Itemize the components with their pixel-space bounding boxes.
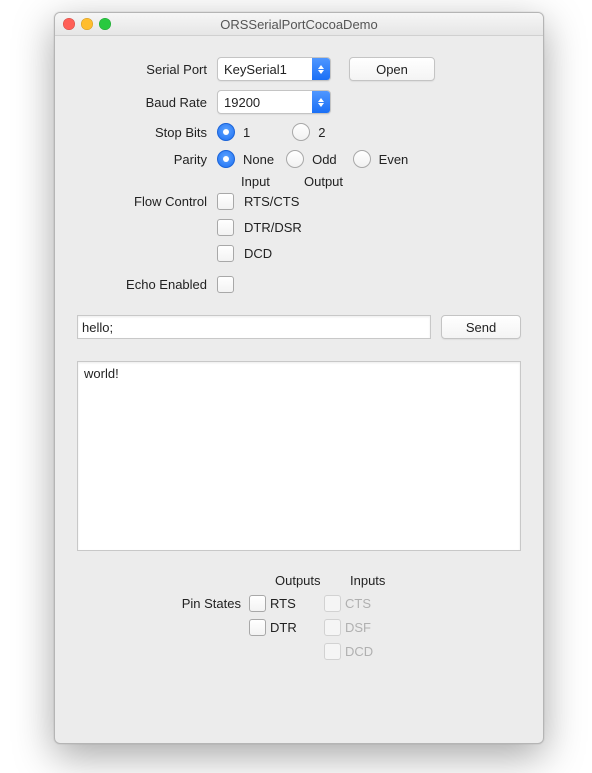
serial-port-select[interactable]: KeySerial1 [217, 57, 331, 81]
baud-rate-select[interactable]: 19200 [217, 90, 331, 114]
baud-rate-value: 19200 [218, 95, 312, 110]
pin-dtr-checkbox[interactable] [249, 619, 266, 636]
parity-even-radio[interactable] [353, 150, 371, 168]
stop-bits-2-label: 2 [318, 125, 325, 140]
close-icon[interactable] [63, 18, 75, 30]
serial-port-label: Serial Port [77, 62, 211, 77]
flow-control-label: Flow Control [77, 194, 211, 209]
pin-cts-label: CTS [345, 596, 371, 611]
echo-enabled-checkbox[interactable] [217, 276, 234, 293]
output-text: world! [84, 366, 119, 381]
send-input[interactable]: hello; [77, 315, 431, 339]
flow-header-output: Output [304, 174, 349, 189]
parity-none-radio[interactable] [217, 150, 235, 168]
pin-dsf-checkbox [324, 619, 341, 636]
flow-dtrdsr-label: DTR/DSR [244, 220, 302, 235]
stop-bits-1-radio[interactable] [217, 123, 235, 141]
open-button[interactable]: Open [349, 57, 435, 81]
flow-rtscts-checkbox[interactable] [217, 193, 234, 210]
output-textarea[interactable]: world! [77, 361, 521, 551]
pin-cts-checkbox [324, 595, 341, 612]
flow-header-input: Input [241, 174, 286, 189]
stop-bits-1-label: 1 [243, 125, 250, 140]
send-button[interactable]: Send [441, 315, 521, 339]
titlebar[interactable]: ORSSerialPortCocoaDemo [55, 13, 543, 36]
send-input-value: hello; [82, 320, 113, 335]
parity-even-label: Even [379, 152, 409, 167]
stop-bits-2-radio[interactable] [292, 123, 310, 141]
echo-enabled-label: Echo Enabled [77, 277, 211, 292]
pin-dcd-label: DCD [345, 644, 373, 659]
chevron-updown-icon [312, 58, 330, 80]
pin-header-outputs: Outputs [275, 573, 330, 588]
parity-odd-radio[interactable] [286, 150, 304, 168]
parity-label: Parity [77, 152, 211, 167]
pin-states-label: Pin States [77, 596, 249, 611]
window-title: ORSSerialPortCocoaDemo [55, 17, 543, 32]
pin-rts-label: RTS [270, 596, 296, 611]
flow-dcd-label: DCD [244, 246, 272, 261]
flow-dcd-checkbox[interactable] [217, 245, 234, 262]
baud-rate-label: Baud Rate [77, 95, 211, 110]
stop-bits-label: Stop Bits [77, 125, 211, 140]
pin-dsf-label: DSF [345, 620, 371, 635]
minimize-icon[interactable] [81, 18, 93, 30]
pin-rts-checkbox[interactable] [249, 595, 266, 612]
flow-rtscts-label: RTS/CTS [244, 194, 299, 209]
serial-port-value: KeySerial1 [218, 62, 312, 77]
app-window: ORSSerialPortCocoaDemo Serial Port KeySe… [54, 12, 544, 744]
pin-dtr-label: DTR [270, 620, 297, 635]
chevron-updown-icon [312, 91, 330, 113]
parity-none-label: None [243, 152, 274, 167]
parity-odd-label: Odd [312, 152, 337, 167]
pin-header-inputs: Inputs [350, 573, 405, 588]
flow-dtrdsr-checkbox[interactable] [217, 219, 234, 236]
pin-dcd-checkbox [324, 643, 341, 660]
zoom-icon[interactable] [99, 18, 111, 30]
